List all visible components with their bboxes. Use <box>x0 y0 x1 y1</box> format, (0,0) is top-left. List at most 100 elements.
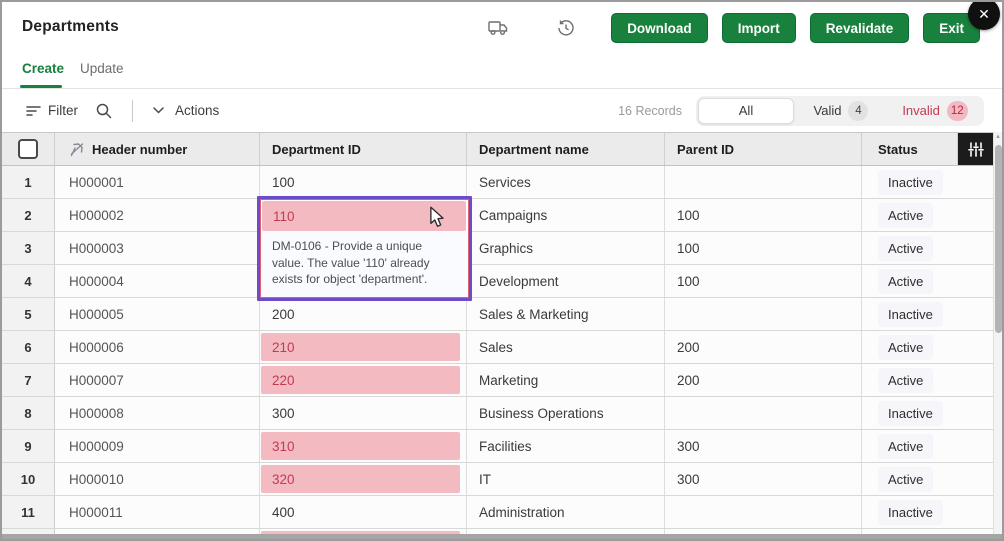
status-badge: Active <box>878 203 933 228</box>
column-parent-id[interactable]: Parent ID <box>665 133 862 165</box>
table-body: 1 H000001 100 Services Inactive 2 H00000… <box>2 166 993 529</box>
status-badge: Inactive <box>878 500 943 525</box>
download-button[interactable]: Download <box>611 13 708 43</box>
select-all-cell <box>2 133 55 165</box>
table-row: 8 H000008 300 Business Operations Inacti… <box>2 397 993 430</box>
cell-status[interactable]: Inactive <box>862 298 993 330</box>
table-row: 9 H000009 310 Facilities 300 Active <box>2 430 993 463</box>
cell-department-id[interactable]: 300 <box>260 397 467 429</box>
column-status[interactable]: Status <box>862 133 958 165</box>
import-button[interactable]: Import <box>722 13 796 43</box>
cell-department-id[interactable]: 310 <box>260 430 467 462</box>
departments-table: Header number Department ID Department n… <box>2 132 993 536</box>
cell-parent-id[interactable] <box>665 397 862 429</box>
table-toolbar: Filter Actions 16 Reco <box>2 89 1002 132</box>
vertical-scrollbar[interactable]: ▲ <box>993 132 1002 534</box>
cell-header-number[interactable]: H000009 <box>55 430 260 462</box>
cell-header-number[interactable]: H000002 <box>55 199 260 231</box>
cell-department-name[interactable]: Sales & Marketing <box>467 298 665 330</box>
row-number: 6 <box>2 331 55 363</box>
table-row: 4 H000004 Development 100 Active <box>2 265 993 298</box>
cell-parent-id[interactable]: 100 <box>665 199 862 231</box>
cell-header-number[interactable]: H000003 <box>55 232 260 264</box>
status-badge: Active <box>878 434 933 459</box>
cell-parent-id[interactable]: 300 <box>665 430 862 462</box>
cell-status[interactable]: Active <box>862 232 993 264</box>
cell-department-name[interactable]: IT <box>467 463 665 495</box>
row-number: 7 <box>2 364 55 396</box>
actions-menu-button[interactable]: Actions <box>153 103 219 118</box>
cell-parent-id[interactable] <box>665 166 862 198</box>
vertical-scrollbar-thumb[interactable] <box>995 145 1002 333</box>
toolbar-divider <box>132 100 133 122</box>
cell-parent-id[interactable]: 200 <box>665 364 862 396</box>
cell-department-name[interactable]: Campaigns <box>467 199 665 231</box>
cell-parent-id[interactable] <box>665 496 862 528</box>
cell-status[interactable]: Inactive <box>862 496 993 528</box>
tab-create[interactable]: Create <box>22 61 64 76</box>
cell-header-number[interactable]: H000007 <box>55 364 260 396</box>
history-icon[interactable] <box>555 17 577 39</box>
cell-parent-id[interactable]: 100 <box>665 232 862 264</box>
table-row: 5 H000005 200 Sales & Marketing Inactive <box>2 298 993 331</box>
select-all-checkbox[interactable] <box>18 139 38 159</box>
cell-department-name[interactable]: Facilities <box>467 430 665 462</box>
table-row: 7 H000007 220 Marketing 200 Active <box>2 364 993 397</box>
scroll-up-arrow[interactable]: ▲ <box>994 134 1002 140</box>
column-department-id[interactable]: Department ID <box>260 133 467 165</box>
cell-department-name[interactable]: Graphics <box>467 232 665 264</box>
active-tab-indicator <box>20 85 62 88</box>
filter-button[interactable]: Filter <box>26 103 78 118</box>
top-bar: Departments Download Import <box>2 2 1002 56</box>
cell-department-name[interactable]: Sales <box>467 331 665 363</box>
cell-header-number[interactable]: H000006 <box>55 331 260 363</box>
cell-parent-id[interactable]: 200 <box>665 331 862 363</box>
column-department-name[interactable]: Department name <box>467 133 665 165</box>
cell-status[interactable]: Active <box>862 265 993 297</box>
cell-header-number[interactable]: H000011 <box>55 496 260 528</box>
cell-department-name[interactable]: Services <box>467 166 665 198</box>
row-number: 11 <box>2 496 55 528</box>
invalid-department-id-cell[interactable]: 110 <box>262 201 466 231</box>
cell-header-number[interactable]: H000001 <box>55 166 260 198</box>
filter-invalid[interactable]: Invalid 12 <box>888 98 982 124</box>
cell-parent-id[interactable]: 300 <box>665 463 862 495</box>
cell-department-id[interactable]: 100 <box>260 166 467 198</box>
cell-department-name[interactable]: Marketing <box>467 364 665 396</box>
cell-department-name[interactable]: Development <box>467 265 665 297</box>
row-number: 4 <box>2 265 55 297</box>
truck-icon[interactable] <box>487 17 509 39</box>
cell-header-number[interactable]: H000008 <box>55 397 260 429</box>
table-row: 6 H000006 210 Sales 200 Active <box>2 331 993 364</box>
revalidate-button[interactable]: Revalidate <box>810 13 910 43</box>
record-count: 16 Records <box>618 104 682 118</box>
column-header-number[interactable]: Header number <box>55 133 260 165</box>
column-settings-button[interactable] <box>958 133 993 165</box>
horizontal-scrollbar[interactable] <box>2 534 1002 539</box>
cell-status[interactable]: Active <box>862 331 993 363</box>
cell-header-number[interactable]: H000004 <box>55 265 260 297</box>
status-badge: Inactive <box>878 401 943 426</box>
cell-department-id[interactable]: 200 <box>260 298 467 330</box>
cell-department-id[interactable]: 400 <box>260 496 467 528</box>
cell-parent-id[interactable] <box>665 298 862 330</box>
cell-department-id[interactable]: 320 <box>260 463 467 495</box>
search-button[interactable] <box>96 103 112 119</box>
cell-department-id[interactable]: 210 <box>260 331 467 363</box>
cell-parent-id[interactable]: 100 <box>665 265 862 297</box>
cell-status[interactable]: Active <box>862 430 993 462</box>
cell-status[interactable]: Active <box>862 463 993 495</box>
table-row: 2 H000002 110 Campaigns 100 Active <box>2 199 993 232</box>
cell-status[interactable]: Inactive <box>862 397 993 429</box>
cell-status[interactable]: Active <box>862 364 993 396</box>
filter-all[interactable]: All <box>698 98 794 124</box>
cell-department-name[interactable]: Business Operations <box>467 397 665 429</box>
tab-update[interactable]: Update <box>80 61 124 76</box>
filter-valid[interactable]: Valid 4 <box>794 98 888 124</box>
cell-header-number[interactable]: H000010 <box>55 463 260 495</box>
cell-status[interactable]: Active <box>862 199 993 231</box>
cell-department-name[interactable]: Administration <box>467 496 665 528</box>
cell-header-number[interactable]: H000005 <box>55 298 260 330</box>
cell-status[interactable]: Inactive <box>862 166 993 198</box>
cell-department-id[interactable]: 220 <box>260 364 467 396</box>
